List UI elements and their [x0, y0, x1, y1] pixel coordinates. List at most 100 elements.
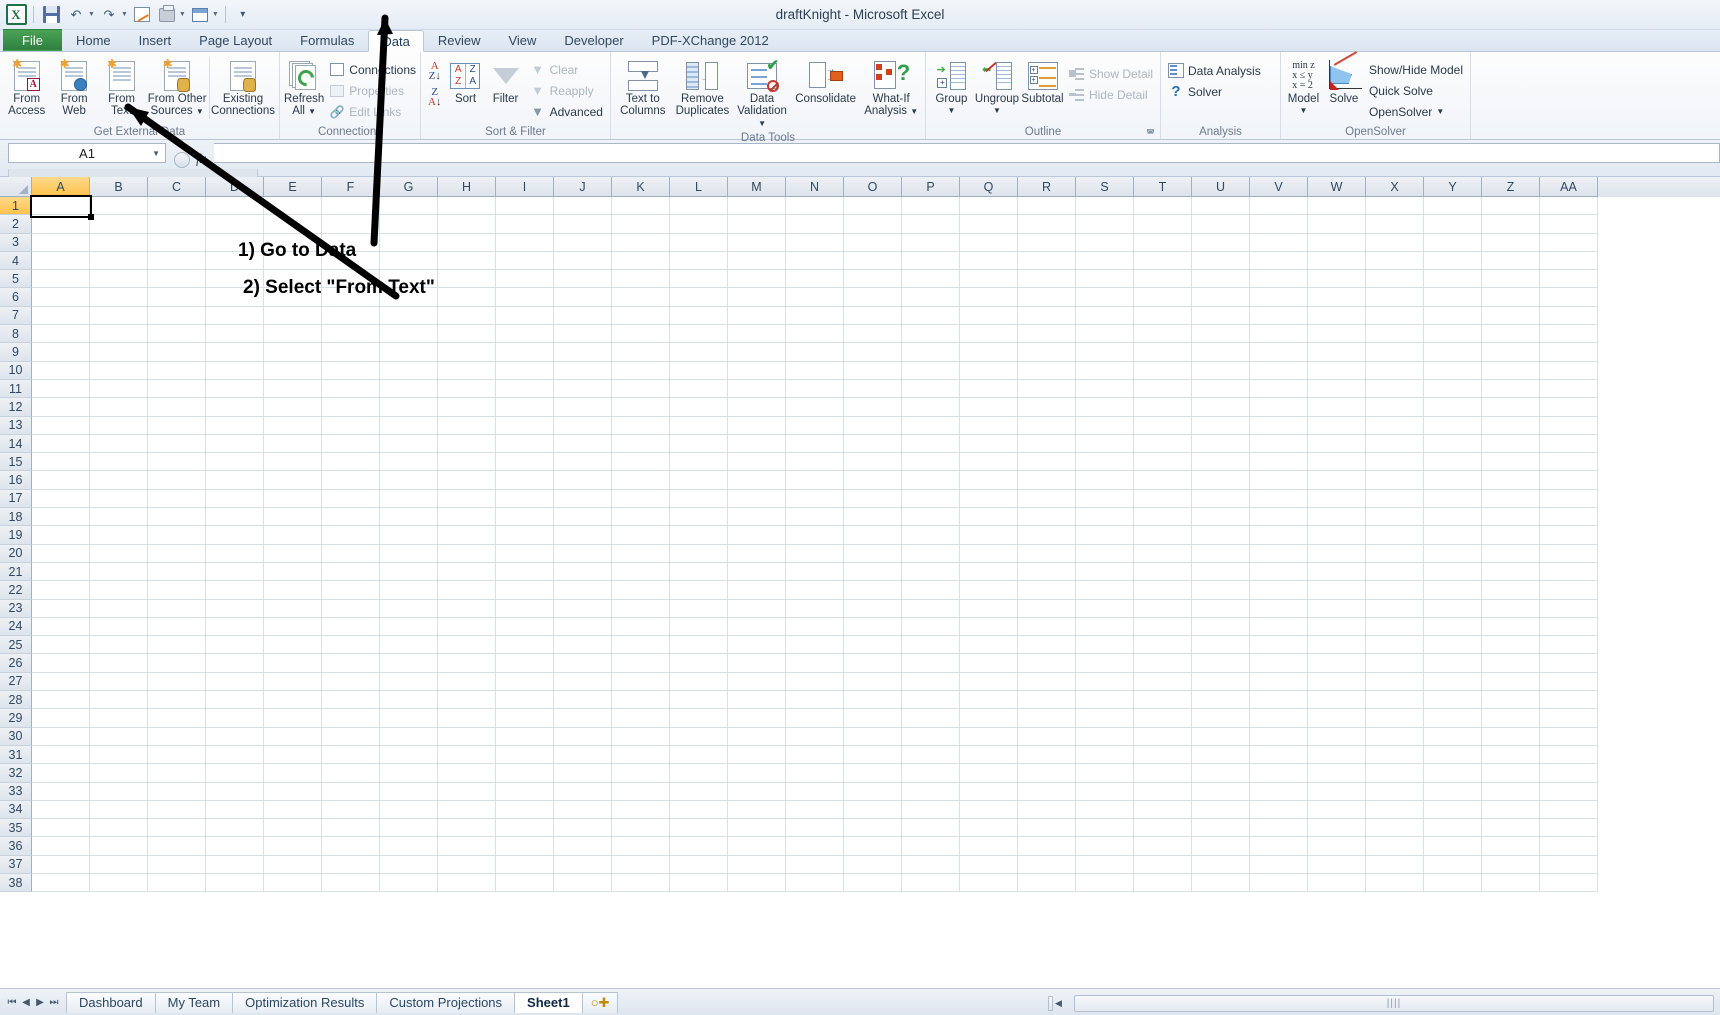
cell-L11[interactable]: [670, 379, 728, 399]
cell-U36[interactable]: [1192, 837, 1250, 856]
cell-N17[interactable]: [786, 489, 844, 509]
cell-X2[interactable]: [1366, 215, 1424, 234]
cell-W3[interactable]: [1308, 233, 1366, 252]
cell-J33[interactable]: [554, 782, 612, 801]
cell-M29[interactable]: [728, 709, 786, 728]
cell-E36[interactable]: [264, 837, 322, 856]
cell-L28[interactable]: [670, 691, 728, 710]
cell-N24[interactable]: [786, 617, 844, 637]
sort-button[interactable]: AZZA Sort: [445, 57, 485, 107]
cell-W38[interactable]: [1308, 873, 1366, 893]
cell-C24[interactable]: [148, 617, 206, 637]
cell-M24[interactable]: [728, 617, 786, 637]
cell-J17[interactable]: [554, 489, 612, 509]
cell-N21[interactable]: [786, 562, 844, 582]
cell-S37[interactable]: [1076, 855, 1134, 874]
cell-Y12[interactable]: [1424, 398, 1482, 417]
row-header-15[interactable]: 15: [0, 453, 32, 472]
cell-A10[interactable]: [32, 361, 90, 380]
cell-B16[interactable]: [90, 471, 148, 490]
cell-L37[interactable]: [670, 855, 728, 874]
cell-A9[interactable]: [32, 343, 90, 362]
cell-K34[interactable]: [612, 800, 670, 820]
cell-V25[interactable]: [1250, 636, 1308, 655]
cell-M21[interactable]: [728, 562, 786, 582]
cell-AA29[interactable]: [1540, 709, 1598, 728]
cell-D12[interactable]: [206, 398, 264, 417]
cell-K38[interactable]: [612, 873, 670, 893]
cell-I31[interactable]: [496, 745, 554, 765]
cell-T22[interactable]: [1134, 581, 1192, 600]
cell-K8[interactable]: [612, 325, 670, 344]
cell-D32[interactable]: [206, 764, 264, 783]
cell-R14[interactable]: [1018, 434, 1076, 454]
cell-Y10[interactable]: [1424, 361, 1482, 380]
text-to-columns-button[interactable]: Text to Columns: [614, 57, 672, 119]
cell-D1[interactable]: [206, 197, 264, 216]
cell-V6[interactable]: [1250, 288, 1308, 307]
cell-Z35[interactable]: [1482, 819, 1540, 838]
cell-H17[interactable]: [438, 489, 496, 509]
cell-I2[interactable]: [496, 215, 554, 234]
cell-D35[interactable]: [206, 819, 264, 838]
cell-D13[interactable]: [206, 416, 264, 435]
cell-Y14[interactable]: [1424, 434, 1482, 454]
cell-Y36[interactable]: [1424, 837, 1482, 856]
cell-Y6[interactable]: [1424, 288, 1482, 307]
cell-Y18[interactable]: [1424, 508, 1482, 527]
cell-M37[interactable]: [728, 855, 786, 874]
cell-N12[interactable]: [786, 398, 844, 417]
cell-A22[interactable]: [32, 581, 90, 600]
cell-G31[interactable]: [380, 745, 438, 765]
cell-B12[interactable]: [90, 398, 148, 417]
row-header-22[interactable]: 22: [0, 581, 32, 600]
column-header-a[interactable]: A: [32, 177, 90, 197]
row-header-7[interactable]: 7: [0, 306, 32, 326]
cell-P37[interactable]: [902, 855, 960, 874]
tab-file[interactable]: File: [3, 29, 62, 51]
cell-E24[interactable]: [264, 617, 322, 637]
cell-W14[interactable]: [1308, 434, 1366, 454]
cell-R30[interactable]: [1018, 727, 1076, 746]
tab-home[interactable]: Home: [62, 29, 125, 51]
cell-W17[interactable]: [1308, 489, 1366, 509]
cell-A37[interactable]: [32, 855, 90, 874]
column-header-q[interactable]: Q: [960, 177, 1018, 197]
cell-U22[interactable]: [1192, 581, 1250, 600]
column-header-o[interactable]: O: [844, 177, 902, 197]
cell-Z3[interactable]: [1482, 233, 1540, 252]
cell-V26[interactable]: [1250, 654, 1308, 673]
column-header-b[interactable]: B: [90, 177, 148, 197]
cell-F16[interactable]: [322, 471, 380, 490]
column-header-p[interactable]: P: [902, 177, 960, 197]
cell-O28[interactable]: [844, 691, 902, 710]
cell-A11[interactable]: [32, 379, 90, 399]
cell-R12[interactable]: [1018, 398, 1076, 417]
cell-S11[interactable]: [1076, 379, 1134, 399]
cell-E20[interactable]: [264, 544, 322, 563]
ungroup-button[interactable]: ⬅ Ungroup ▼: [974, 57, 1020, 119]
cell-R16[interactable]: [1018, 471, 1076, 490]
cell-T7[interactable]: [1134, 306, 1192, 326]
row-header-37[interactable]: 37: [0, 855, 32, 874]
cell-B35[interactable]: [90, 819, 148, 838]
cell-C14[interactable]: [148, 434, 206, 454]
cell-P26[interactable]: [902, 654, 960, 673]
cell-L25[interactable]: [670, 636, 728, 655]
cell-D26[interactable]: [206, 654, 264, 673]
cell-P6[interactable]: [902, 288, 960, 307]
cell-I11[interactable]: [496, 379, 554, 399]
row-header-4[interactable]: 4: [0, 251, 32, 271]
cell-Q2[interactable]: [960, 215, 1018, 234]
cell-O32[interactable]: [844, 764, 902, 783]
cell-K2[interactable]: [612, 215, 670, 234]
cell-X12[interactable]: [1366, 398, 1424, 417]
cell-X10[interactable]: [1366, 361, 1424, 380]
column-header-w[interactable]: W: [1308, 177, 1366, 197]
cell-I38[interactable]: [496, 873, 554, 893]
cell-J18[interactable]: [554, 508, 612, 527]
cell-B18[interactable]: [90, 508, 148, 527]
row-header-13[interactable]: 13: [0, 416, 32, 435]
cell-Q13[interactable]: [960, 416, 1018, 435]
cell-D15[interactable]: [206, 453, 264, 472]
